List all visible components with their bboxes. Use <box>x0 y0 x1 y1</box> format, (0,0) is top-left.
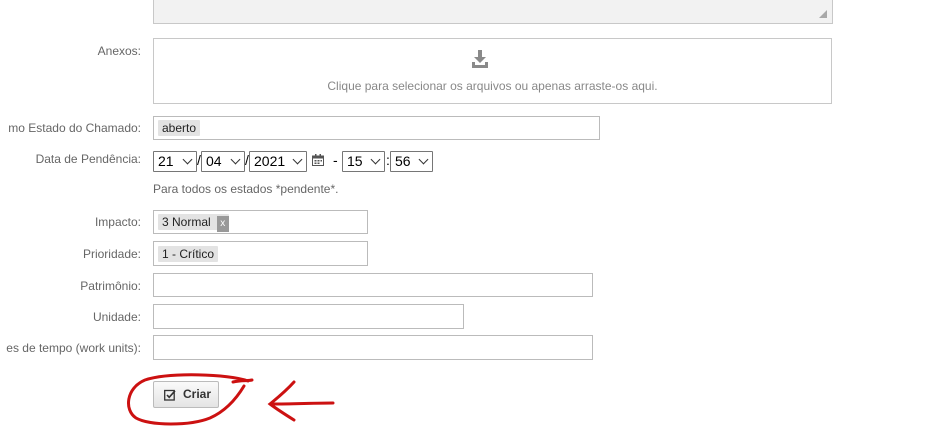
pending-year-select[interactable]: 2021 <box>249 151 307 172</box>
pending-month-value: 04 <box>206 153 222 169</box>
asset-input[interactable] <box>153 273 593 297</box>
impact-tag-label: 3 Normal <box>162 215 211 229</box>
unit-label: Unidade: <box>92 310 141 324</box>
pending-day-value: 21 <box>158 153 174 169</box>
pending-hour-select[interactable]: 15 <box>342 151 385 172</box>
chevron-down-icon <box>370 154 381 165</box>
attachments-dropzone[interactable]: Clique para selecionar os arquivos ou ap… <box>153 38 832 104</box>
dropzone-text: Clique para selecionar os arquivos ou ap… <box>327 79 658 93</box>
create-button[interactable]: Criar <box>153 381 219 408</box>
work-units-label: es de tempo (work units): <box>6 341 141 355</box>
priority-label: Prioridade: <box>82 247 141 261</box>
create-button-label: Criar <box>183 387 212 401</box>
resize-handle-icon[interactable] <box>819 10 827 18</box>
pending-date-hint: Para todos os estados *pendente*. <box>153 182 339 196</box>
chevron-down-icon <box>182 154 193 165</box>
chevron-down-icon <box>230 154 241 165</box>
next-state-field[interactable]: aberto <box>153 116 600 140</box>
asset-label: Patrimônio: <box>80 279 141 293</box>
pending-minute-value: 56 <box>395 153 411 169</box>
impact-field[interactable]: 3 Normal x <box>153 210 368 234</box>
remove-tag-icon[interactable]: x <box>216 216 229 232</box>
description-textarea[interactable] <box>153 0 833 24</box>
pending-hour-value: 15 <box>347 153 363 169</box>
chevron-down-icon <box>418 154 429 165</box>
next-state-label: mo Estado do Chamado: <box>8 121 141 135</box>
pending-month-select[interactable]: 04 <box>201 151 245 172</box>
chevron-down-icon <box>292 154 303 165</box>
pending-day-select[interactable]: 21 <box>153 151 197 172</box>
impact-label: Impacto: <box>94 215 141 229</box>
priority-tag: 1 - Crítico <box>158 246 219 262</box>
pending-minute-select[interactable]: 56 <box>390 151 433 172</box>
priority-field[interactable]: 1 - Crítico <box>153 241 368 266</box>
pending-date-label: Data de Pendência: <box>35 152 141 166</box>
pending-year-value: 2021 <box>254 153 286 169</box>
work-units-input[interactable] <box>153 335 593 360</box>
unit-input[interactable] <box>153 304 464 329</box>
time-dash: - <box>333 152 338 168</box>
check-square-icon <box>164 389 176 401</box>
download-tray-icon <box>472 50 488 68</box>
impact-tag: 3 Normal x <box>158 214 229 232</box>
next-state-tag: aberto <box>158 120 201 136</box>
attachments-label: Anexos: <box>97 44 141 58</box>
calendar-icon[interactable] <box>312 154 324 166</box>
